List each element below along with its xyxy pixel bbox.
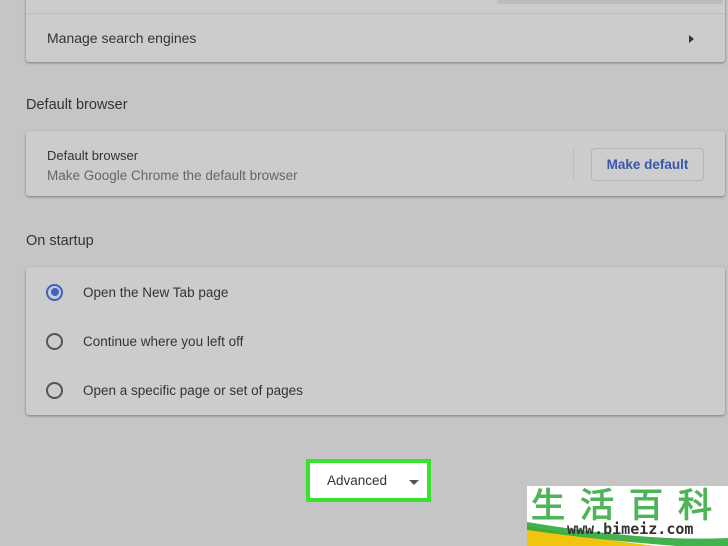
advanced-label: Advanced [327,473,388,488]
manage-search-engines-label: Manage search engines [47,30,197,46]
default-browser-card: Default browser Make Google Chrome the d… [26,131,725,196]
manage-search-engines-row[interactable]: Manage search engines [26,14,725,62]
divider [573,148,574,180]
default-browser-section-title: Default browser [26,97,128,113]
watermark: 生活百科 www.bimeiz.com [527,486,728,546]
make-default-button[interactable]: Make default [591,148,704,181]
search-engine-select[interactable] [497,0,723,4]
radio-unselected-icon[interactable] [46,381,63,399]
startup-option-new-tab[interactable]: Open the New Tab page [26,276,725,308]
radio-selected-icon[interactable] [46,283,63,301]
startup-option-specific-pages[interactable]: Open a specific page or set of pages [26,374,725,406]
advanced-button[interactable]: Advanced [310,463,427,498]
watermark-url: www.bimeiz.com [567,520,694,538]
search-engine-card: Manage search engines [26,0,725,62]
default-browser-row-title: Default browser [47,148,139,163]
default-browser-row-subtitle: Make Google Chrome the default browser [47,168,298,183]
advanced-highlight: Advanced [306,459,431,502]
startup-option-continue[interactable]: Continue where you left off [26,325,725,357]
radio-unselected-icon[interactable] [46,332,63,350]
on-startup-card: Open the New Tab page Continue where you… [26,267,725,415]
startup-option-label: Open a specific page or set of pages [83,382,303,398]
startup-option-label: Open the New Tab page [83,284,229,300]
caret-down-icon [409,480,419,485]
on-startup-section-title: On startup [26,233,94,249]
startup-option-label: Continue where you left off [83,333,244,349]
chevron-right-icon [689,35,694,43]
